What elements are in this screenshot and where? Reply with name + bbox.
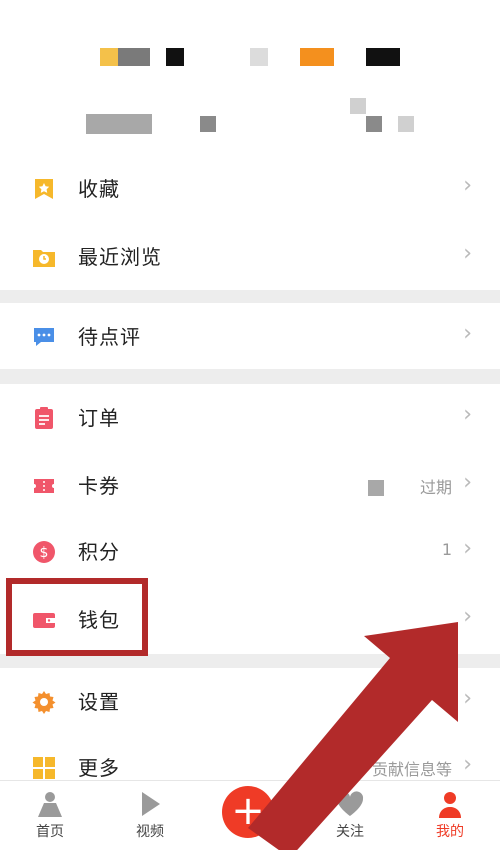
annotation-arrow bbox=[248, 622, 458, 850]
arrow-shape bbox=[248, 622, 458, 850]
